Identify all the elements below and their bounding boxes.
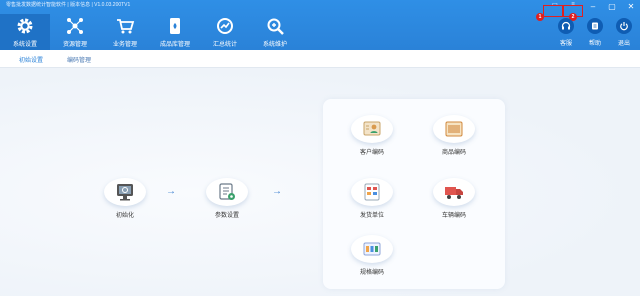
chart-icon	[217, 18, 233, 34]
step-label: 参数设置	[214, 213, 239, 219]
code-label: 客户编码	[359, 150, 384, 156]
power-icon	[616, 18, 632, 34]
subtab-initial-settings[interactable]: 初始设置	[19, 55, 43, 64]
annotation-marker-1: 1	[536, 13, 544, 21]
sub-tabs: 初始设置 编码管理	[0, 50, 640, 68]
spec-code-icon	[363, 242, 381, 256]
code-label: 发货单位	[359, 213, 384, 219]
code-disc	[433, 178, 475, 206]
main-nav: 系统设置 资源管理 业务管理 成品库管理 汇总统计 系统维护	[0, 14, 300, 50]
warehouse-icon	[170, 18, 180, 34]
app-title: 零售批发数据统计智能软件 | 版本信息 | V1.0.03.200TV1	[6, 2, 131, 8]
nav-tab-label: 资源管理	[62, 42, 87, 48]
code-disc	[351, 115, 393, 143]
minimize-button[interactable]: –	[588, 2, 598, 12]
nav-tab-resources[interactable]: 资源管理	[50, 14, 100, 50]
nav-tab-label: 业务管理	[112, 42, 137, 48]
cart-icon	[117, 19, 135, 34]
customer-service-button[interactable]: 客服	[556, 16, 576, 50]
shipping-unit-icon	[364, 183, 380, 201]
action-label: 帮助	[588, 41, 601, 47]
subtab-code-management[interactable]: 编码管理	[67, 55, 91, 64]
code-label: 车辆编码	[441, 213, 466, 219]
barcode-icon	[445, 121, 463, 137]
monitor-icon	[117, 184, 133, 201]
step-disc	[104, 178, 146, 206]
gear-icon	[17, 18, 33, 34]
step-disc	[206, 178, 248, 206]
network-icon	[67, 18, 83, 34]
action-label: 退出	[617, 41, 630, 47]
action-label: 客服	[559, 41, 572, 47]
help-icon	[587, 18, 603, 34]
nav-tab-label: 系统设置	[12, 42, 37, 48]
maintenance-icon	[267, 18, 284, 35]
exit-button[interactable]: 退出	[614, 16, 634, 50]
settings-doc-icon	[219, 183, 235, 200]
nav-tab-system-settings[interactable]: 系统设置	[0, 14, 50, 50]
flow-arrow-1: →	[166, 186, 176, 197]
nav-tab-business[interactable]: 业务管理	[100, 14, 150, 50]
nav-tab-statistics[interactable]: 汇总统计	[200, 14, 250, 50]
workflow-area: 初始化 → 参数设置 → 客户编码 商品编码 发货单位 车辆编码 规格编码	[0, 68, 640, 296]
truck-icon	[445, 187, 463, 199]
code-label: 商品编码	[441, 150, 466, 156]
nav-tab-maintenance[interactable]: 系统维护	[250, 14, 300, 50]
nav-tab-label: 成品库管理	[159, 42, 190, 48]
flow-arrow-2: →	[272, 186, 282, 197]
window-controls: – ▢ ✕	[588, 2, 636, 12]
code-label: 规格编码	[359, 270, 384, 276]
nav-tab-label: 汇总统计	[212, 42, 237, 48]
help-button[interactable]: 帮助	[585, 16, 605, 50]
header-actions: 客服 帮助 退出	[556, 16, 634, 50]
code-disc	[433, 115, 475, 143]
app-header: 零售批发数据统计智能软件 | 版本信息 | V1.0.03.200TV1 ▭ ≡…	[0, 0, 640, 50]
customer-card-icon	[363, 121, 381, 136]
headset-icon	[558, 18, 574, 34]
code-disc	[351, 178, 393, 206]
maximize-button[interactable]: ▢	[607, 2, 617, 12]
code-disc	[351, 235, 393, 263]
nav-tab-inventory[interactable]: 成品库管理	[150, 14, 200, 50]
close-button[interactable]: ✕	[626, 2, 636, 12]
step-label: 初始化	[115, 213, 134, 219]
nav-tab-label: 系统维护	[262, 42, 287, 48]
